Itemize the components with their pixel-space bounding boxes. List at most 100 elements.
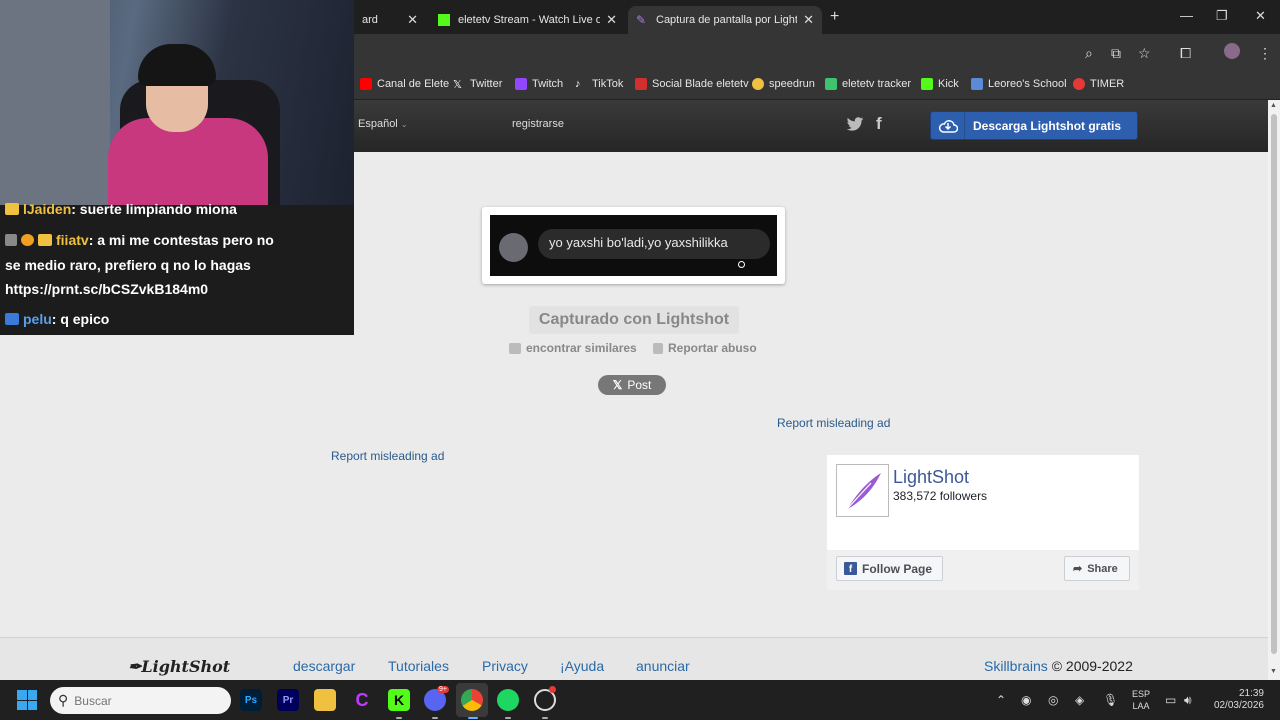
bookmark-label: Social Blade eletetv	[652, 78, 749, 90]
system-clock[interactable]: 21:39 02/03/2026	[1208, 688, 1264, 712]
steam-tray-icon[interactable]: ◎	[1048, 693, 1058, 707]
facebook-page-name[interactable]: LightShot	[893, 467, 969, 488]
chat-username: pelu	[23, 311, 52, 327]
close-window-icon[interactable]: ✕	[1255, 8, 1266, 24]
follow-page-button[interactable]: f Follow Page	[836, 556, 943, 581]
spotify-icon[interactable]	[497, 689, 519, 711]
capcut-icon[interactable]: C	[351, 689, 373, 711]
keyboard-layout: LAA	[1132, 701, 1150, 711]
network-icon[interactable]: ▭	[1165, 693, 1176, 707]
scroll-up-icon[interactable]: ▲	[1270, 102, 1277, 109]
facebook-icon[interactable]: f	[876, 114, 882, 134]
footer-link-help[interactable]: ¡Ayuda	[560, 658, 604, 674]
scroll-thumb[interactable]	[1271, 114, 1277, 654]
report-misleading-ad-link[interactable]: Report misleading ad	[331, 449, 444, 463]
restore-icon[interactable]: ❐	[1216, 8, 1228, 24]
chat-text: : suerte limpiando miona	[71, 201, 237, 217]
footer-logo[interactable]: ✒LightShot	[128, 657, 230, 676]
download-lightshot-button[interactable]: Descarga Lightshot gratis	[930, 111, 1138, 140]
bookmark-eletetv-tracker[interactable]: eletetv tracker	[825, 78, 911, 90]
x-post-button[interactable]: 𝕏 Post	[598, 375, 666, 395]
download-cloud-icon	[931, 112, 965, 139]
language-indicator[interactable]: ESP LAA	[1132, 688, 1150, 712]
tab-title: eletetv Stream - Watch Live on	[458, 14, 601, 26]
bookmark-tiktok[interactable]: ♪ TikTok	[575, 78, 623, 90]
file-explorer-icon[interactable]	[314, 689, 336, 711]
timer-icon	[1073, 78, 1085, 90]
tiktok-icon: ♪	[575, 78, 581, 90]
windows-start-icon[interactable]	[17, 690, 37, 710]
screenshot-frame[interactable]: yo yaxshi bo'ladi,yo yaxshilikka	[482, 207, 785, 284]
taskbar-search-input[interactable]	[74, 693, 215, 708]
photoshop-icon[interactable]: Ps	[240, 689, 262, 711]
minimize-icon[interactable]: —	[1180, 8, 1193, 23]
footer-link-download[interactable]: descargar	[293, 658, 355, 674]
lightshot-page-logo[interactable]	[836, 464, 889, 517]
running-indicator	[542, 717, 548, 719]
microphone-icon[interactable]: 🎙︎	[1103, 693, 1118, 707]
bookmark-label: Twitter	[470, 78, 503, 90]
register-link[interactable]: registrarse	[512, 118, 564, 130]
extensions-icon[interactable]: ⧠	[1180, 45, 1191, 62]
page-scrollbar[interactable]: ▲ ▼	[1268, 100, 1280, 680]
close-icon[interactable]: ✕	[803, 12, 814, 28]
bookmark-social-blade[interactable]: Social Blade eletetv	[635, 78, 749, 90]
find-similar-link[interactable]: encontrar similares	[509, 341, 637, 355]
youtube-icon	[360, 78, 372, 90]
skillbrains-link[interactable]: Skillbrains	[984, 658, 1048, 674]
avatar	[499, 233, 528, 262]
scroll-down-icon[interactable]: ▼	[1270, 668, 1277, 675]
discord-tray-icon[interactable]: ◉	[1021, 693, 1031, 707]
bookmark-leoreos-school[interactable]: Leoreo's School	[971, 78, 1067, 90]
x-logo-icon: 𝕏	[612, 378, 623, 392]
bookmark-canal-de-elete[interactable]: Canal de Elete	[360, 78, 449, 90]
language-selector[interactable]: Español ⌄	[358, 118, 408, 130]
footer-link-advertise[interactable]: anunciar	[636, 658, 690, 674]
captured-with-lightshot-label: Capturado con Lightshot	[529, 306, 739, 334]
bookmark-twitter[interactable]: 𝕏 Twitter	[453, 78, 503, 91]
running-indicator	[432, 717, 438, 719]
bookmark-kick[interactable]: Kick	[921, 78, 959, 90]
zoom-icon[interactable]: ⌕	[1085, 45, 1093, 62]
profile-avatar[interactable]	[1224, 43, 1240, 59]
footer-link-privacy[interactable]: Privacy	[482, 658, 528, 674]
recording-dot	[549, 686, 556, 693]
bookmark-twitch[interactable]: Twitch	[515, 78, 563, 90]
chat-text-continuation: https://prnt.sc/bCSZvkB184m0	[5, 281, 209, 297]
lightshot-feather-icon: ✎	[636, 13, 647, 27]
report-misleading-ad-link[interactable]: Report misleading ad	[777, 416, 890, 430]
chat-badge-icon	[5, 203, 19, 215]
share-button[interactable]: ➦ Share	[1064, 556, 1130, 581]
screenshot-image[interactable]: yo yaxshi bo'ladi,yo yaxshilikka	[490, 215, 777, 276]
security-tray-icon[interactable]: ◈	[1075, 693, 1084, 707]
volume-icon[interactable]: 🔊︎	[1184, 693, 1192, 708]
close-icon[interactable]: ✕	[606, 12, 617, 28]
cast-icon[interactable]: ⧉	[1111, 45, 1121, 62]
facebook-icon: f	[844, 562, 857, 575]
premiere-icon[interactable]: Pr	[277, 689, 299, 711]
facebook-page-widget: LightShot 383,572 followers f Follow Pag…	[827, 455, 1139, 590]
taskbar-search[interactable]: ⚲	[50, 687, 231, 714]
bookmark-timer[interactable]: TIMER	[1073, 78, 1124, 90]
new-tab-icon[interactable]: +	[830, 8, 839, 26]
tray-expand-icon[interactable]: ⌃	[996, 693, 1006, 707]
twitter-icon[interactable]	[846, 115, 864, 133]
bookmark-label: TIMER	[1090, 78, 1125, 90]
feather-icon: ✒	[128, 657, 142, 676]
footer-link-tutorials[interactable]: Tutoriales	[388, 658, 449, 674]
screenshot-message-bubble: yo yaxshi bo'ladi,yo yaxshilikka	[538, 229, 770, 259]
tab-title: Captura de pantalla por Lightsh	[656, 14, 798, 26]
tab-kick-stream[interactable]: eletetv Stream - Watch Live on ✕	[430, 6, 625, 34]
bookmark-speedrun[interactable]: speedrun	[752, 78, 815, 90]
bookmark-star-icon[interactable]: ☆	[1138, 45, 1151, 62]
close-icon[interactable]: ✕	[407, 12, 418, 28]
kick-icon[interactable]: K	[388, 689, 410, 711]
chat-text-continuation: se medio raro, prefiero q no lo hagas	[5, 257, 251, 273]
chrome-icon[interactable]	[461, 689, 483, 711]
tab-dashboard[interactable]: ard ✕	[354, 6, 426, 34]
running-indicator	[505, 717, 511, 719]
kick-icon	[921, 78, 933, 90]
tab-lightshot[interactable]: ✎ Captura de pantalla por Lightsh ✕	[628, 6, 822, 34]
menu-icon[interactable]: ⋮	[1258, 45, 1272, 62]
report-abuse-link[interactable]: Reportar abuso	[653, 341, 757, 355]
